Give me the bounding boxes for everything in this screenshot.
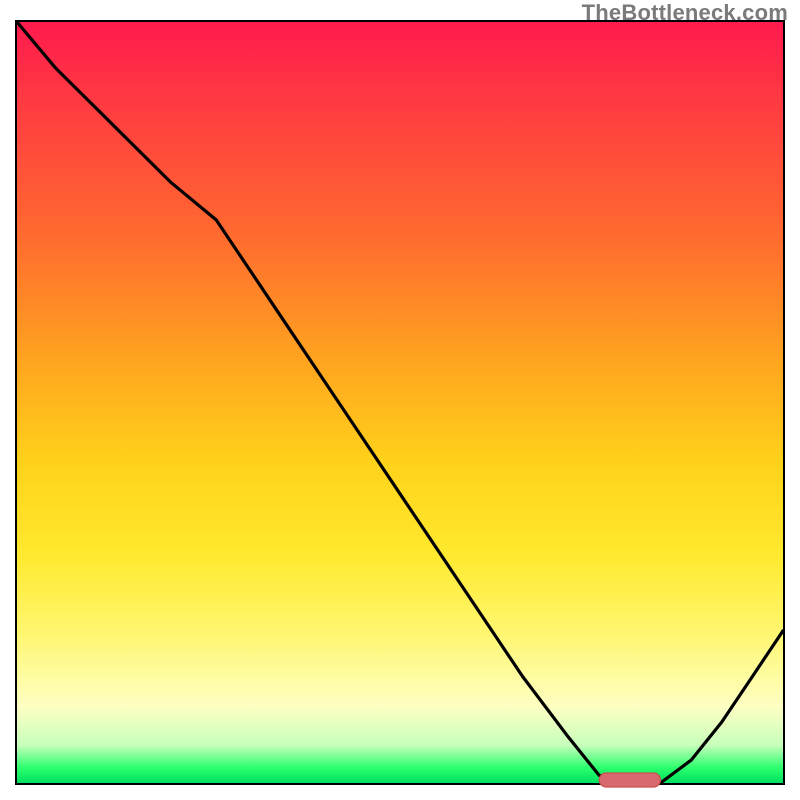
watermark-text: TheBottleneck.com (582, 0, 788, 26)
plot-gradient-fill (17, 22, 783, 783)
bottleneck-chart: TheBottleneck.com (0, 0, 800, 800)
